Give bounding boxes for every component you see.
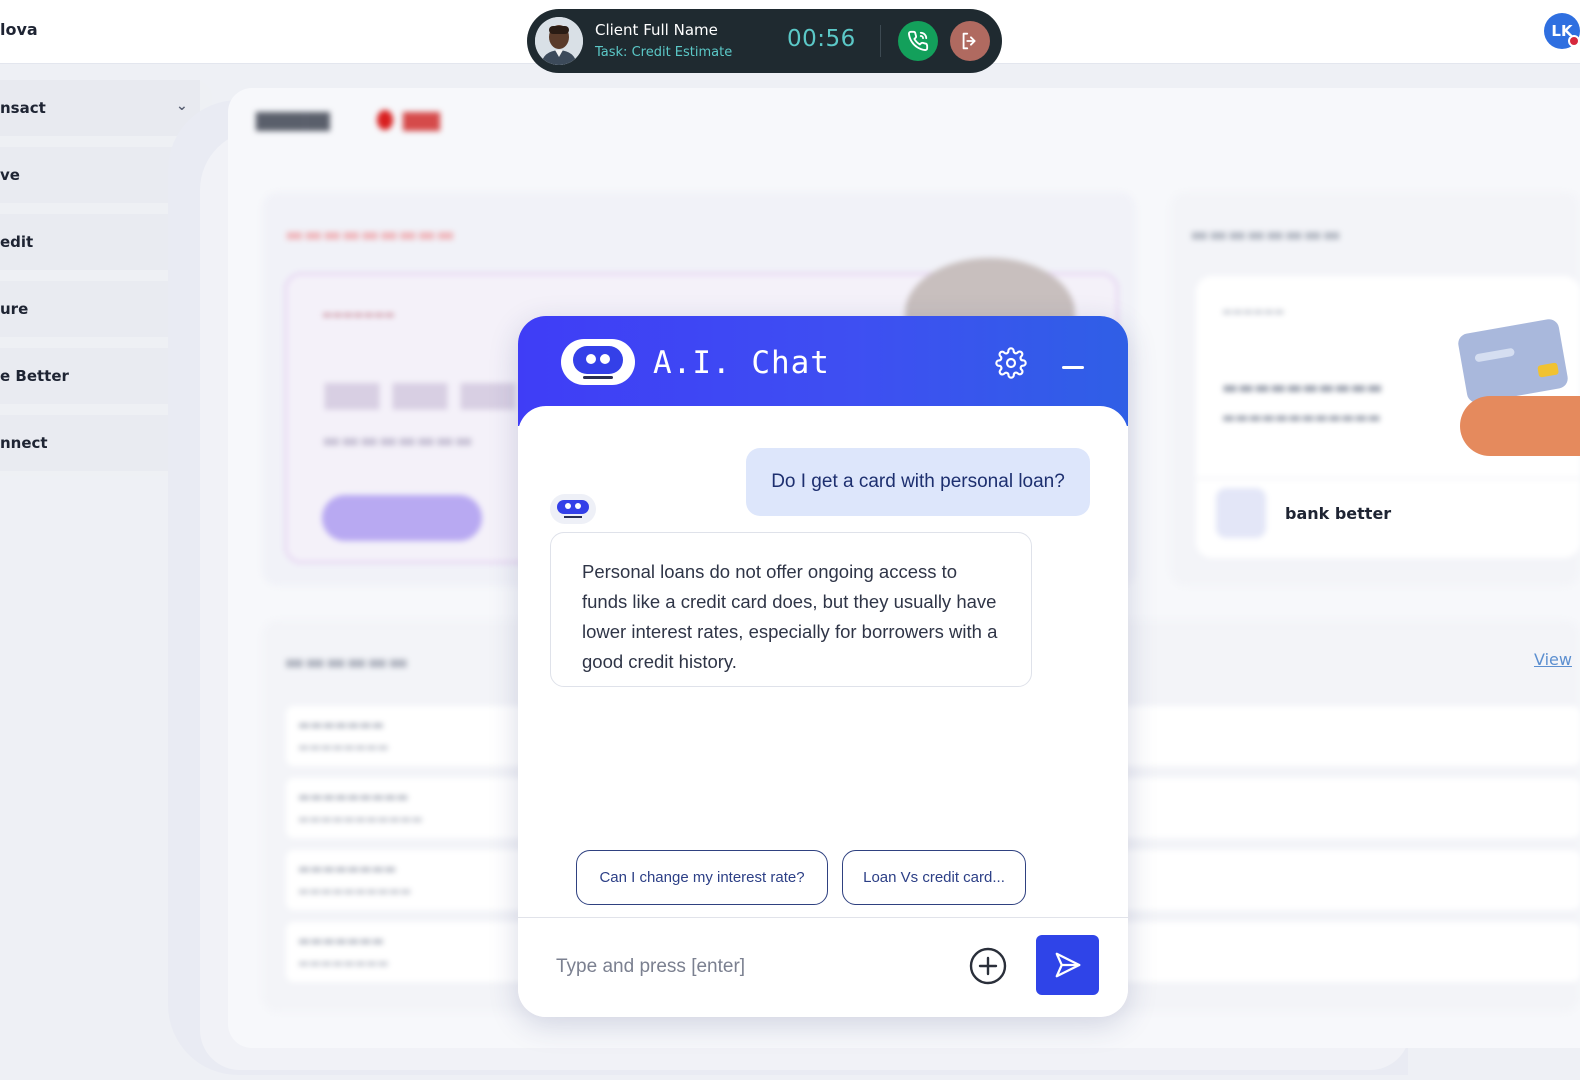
next-best-action-title: ▬▬▬▬▬▬▬▬	[1190, 222, 1342, 246]
minimize-button[interactable]	[1061, 351, 1085, 375]
suggestion-chip[interactable]: Loan Vs credit card...	[842, 850, 1026, 905]
nba-text: ▬▬▬▬▬▬▬▬▬▬▬▬	[1222, 410, 1381, 426]
user-message: Do I get a card with personal loan?	[746, 448, 1090, 516]
chat-body: Do I get a card with personal loan? Pers…	[518, 406, 1128, 1017]
robot-screen	[573, 346, 623, 374]
nba-bank-text: bank better	[1285, 504, 1392, 523]
nba-heading: ▬▬▬▬▬▬▬▬▬▬	[1222, 378, 1383, 398]
sidebar-item-label: e Better	[0, 367, 69, 385]
history-row-title: ▬▬▬▬▬▬▬	[298, 718, 384, 733]
bot-avatar-icon	[550, 494, 596, 524]
history-row-title: ▬▬▬▬▬▬▬	[298, 934, 384, 949]
history-row-subtitle: ▬▬▬▬▬▬▬▬▬▬▬	[298, 812, 423, 826]
divider	[518, 917, 1128, 918]
history-row-subtitle: ▬▬▬▬▬▬▬▬▬▬	[298, 884, 412, 898]
send-icon	[1055, 952, 1080, 978]
breadcrumb: ██████	[256, 112, 330, 131]
offer-kicker: ▬▬▬▬▬▬▬	[322, 308, 395, 321]
history-row-title: ▬▬▬▬▬▬▬▬▬	[298, 790, 409, 805]
end-call-button[interactable]	[950, 21, 990, 61]
card-stripe	[1474, 347, 1516, 363]
exit-icon	[962, 32, 976, 50]
offer-button[interactable]	[322, 495, 482, 541]
gear-icon	[995, 347, 1027, 379]
plus-circle-icon	[969, 947, 1007, 985]
divider	[1196, 478, 1580, 479]
robot-eye	[600, 354, 610, 364]
offers-title: ▬▬▬▬▬▬▬▬▬	[285, 222, 456, 246]
robot-screen	[557, 500, 589, 514]
sidebar-item-label: nnect	[0, 434, 48, 452]
phone-button[interactable]	[898, 21, 938, 61]
sidebar-item-label: nsact	[0, 99, 46, 117]
offer-subtitle: ▬▬▬▬▬▬▬▬	[322, 428, 474, 452]
ai-chat-panel: A.I. Chat Do I get a card with personal …	[518, 316, 1128, 1017]
bot-message: Personal loans do not offer ongoing acce…	[550, 532, 1032, 687]
client-avatar	[535, 17, 583, 65]
brand-name: lova	[0, 20, 38, 39]
call-widget: Client Full Name Task: Credit Estimate 0…	[527, 9, 1002, 73]
sidebar-item-transact[interactable]: nsact ⌄	[0, 80, 200, 136]
breadcrumb-credit: ███	[403, 112, 440, 131]
view-all-link[interactable]: View	[1534, 650, 1572, 669]
phone-icon	[908, 30, 929, 51]
sidebar-item-label: edit	[0, 233, 34, 251]
send-button[interactable]	[1036, 935, 1099, 995]
card-chip	[1537, 362, 1559, 378]
robot-mouth	[583, 376, 613, 379]
call-history-title: ▬▬▬▬▬▬	[284, 650, 409, 675]
robot-eye	[586, 354, 596, 364]
offer-amount: ▬▬▬	[318, 348, 523, 432]
hand-illustration	[1460, 396, 1580, 456]
chat-title: A.I. Chat	[653, 345, 830, 381]
sidebar-item-label: ve	[0, 166, 20, 184]
attach-button[interactable]	[968, 946, 1008, 986]
divider	[880, 25, 881, 57]
chevron-down-icon: ⌄	[176, 98, 188, 114]
robot-mouth	[564, 516, 582, 518]
message-input[interactable]	[556, 949, 956, 985]
client-name: Client Full Name	[595, 21, 718, 39]
bank-icon	[1216, 488, 1266, 538]
robot-icon	[561, 339, 635, 385]
history-row-subtitle: ▬▬▬▬▬▬▬▬	[298, 956, 389, 970]
status-dot-icon	[1568, 35, 1580, 47]
history-row-title: ▬▬▬▬▬▬▬▬	[298, 862, 397, 877]
minimize-icon	[1062, 366, 1084, 369]
robot-eye	[565, 503, 571, 509]
history-row-subtitle: ▬▬▬▬▬▬▬▬	[298, 740, 389, 754]
call-task: Task: Credit Estimate	[595, 45, 733, 60]
robot-eye	[575, 503, 581, 509]
suggestion-chip[interactable]: Can I change my interest rate?	[576, 850, 828, 905]
nba-kicker: ▬▬▬▬▬▬	[1222, 305, 1285, 318]
user-avatar[interactable]: LK	[1544, 13, 1580, 49]
call-timer: 00:56	[787, 26, 856, 52]
sidebar-item-label: ure	[0, 300, 29, 318]
settings-button[interactable]	[995, 347, 1027, 379]
credit-badge-icon	[377, 110, 393, 130]
